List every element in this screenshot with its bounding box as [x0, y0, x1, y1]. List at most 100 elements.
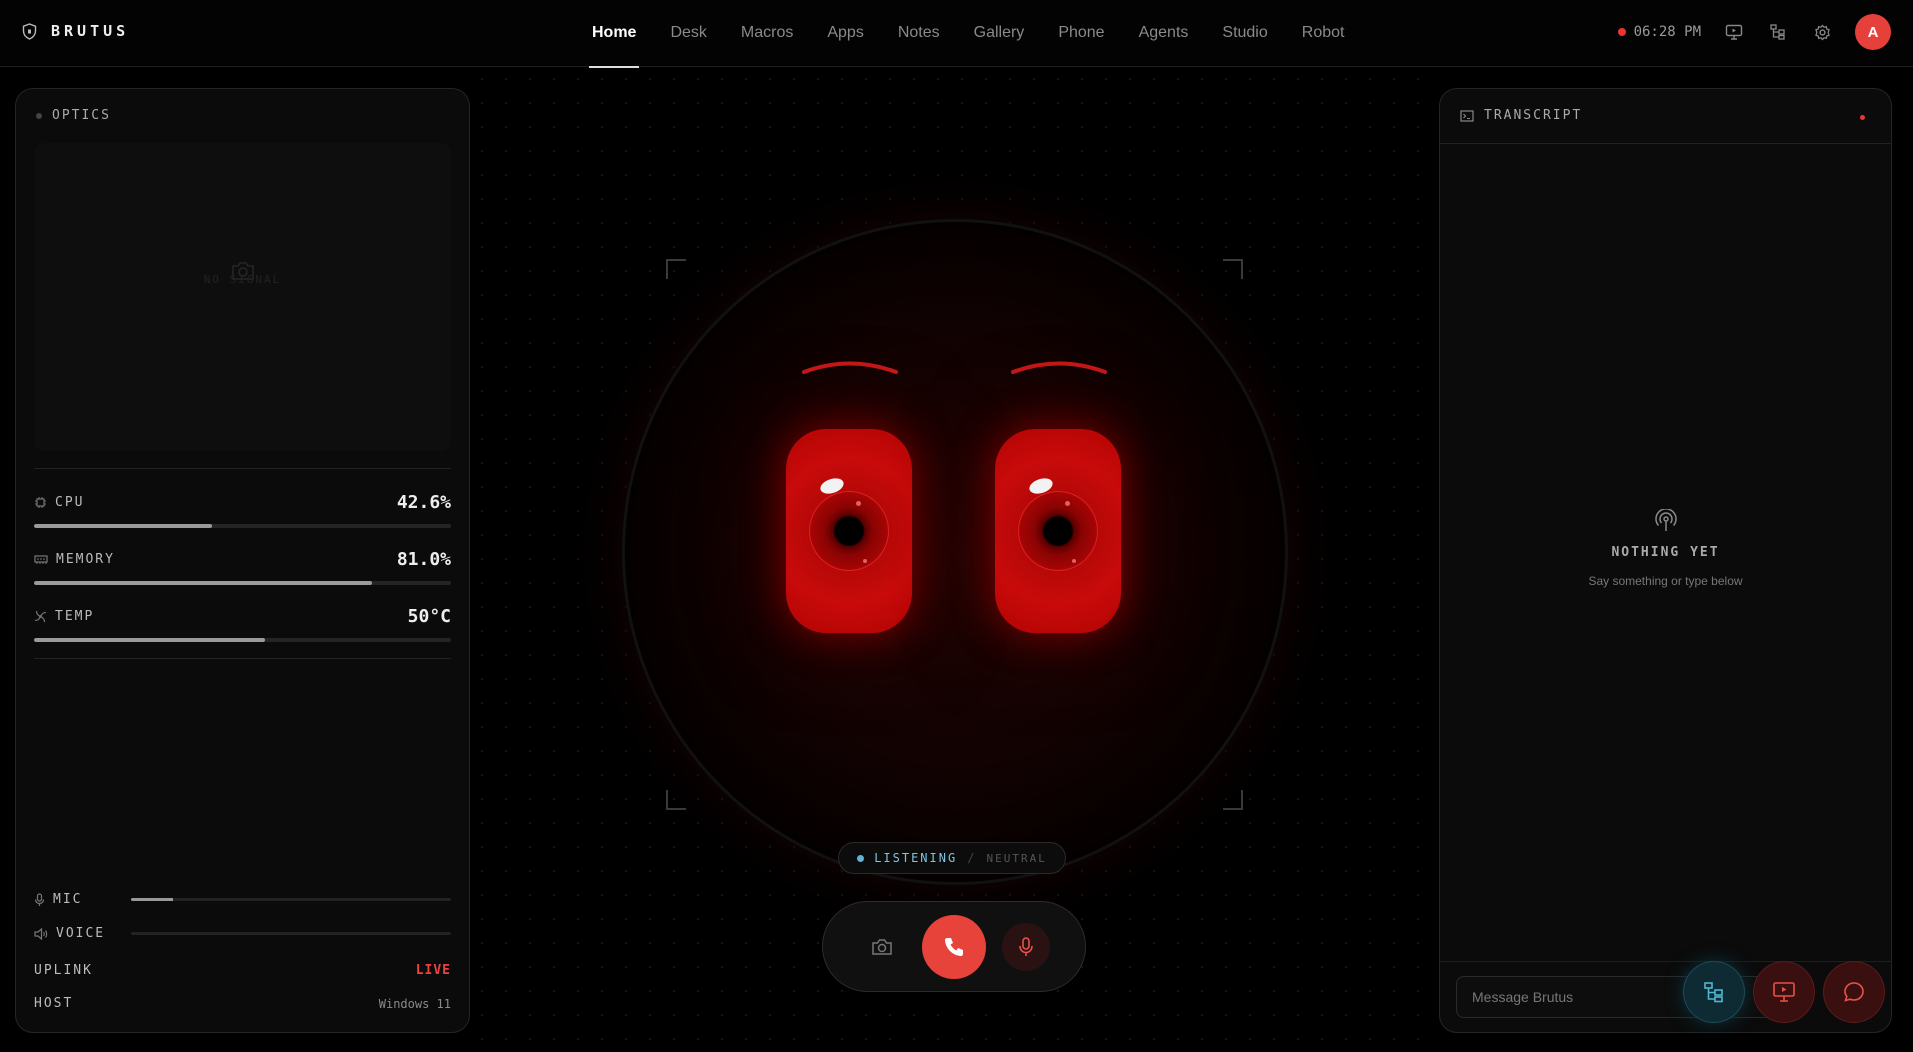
no-signal-label: NO SIGNAL [203, 273, 282, 286]
memory-bar [34, 581, 451, 585]
workflow-fab[interactable] [1684, 962, 1744, 1022]
nav-phone[interactable]: Phone [1058, 0, 1104, 67]
chip-icon [35, 497, 46, 508]
camera-icon [872, 938, 892, 955]
transcript-title: TRANSCRIPT [1484, 108, 1583, 123]
nav-gallery[interactable]: Gallery [974, 0, 1025, 67]
memory-bar-fill [34, 581, 372, 585]
temp-label: TEMP [55, 609, 95, 624]
robot-face [625, 222, 1285, 882]
nav-notes[interactable]: Notes [898, 0, 940, 67]
temp-bar [34, 638, 451, 642]
voice-level: VOICE [34, 926, 451, 941]
cpu-label: CPU [55, 495, 85, 510]
mic-button[interactable] [1002, 922, 1050, 971]
left-iris [809, 491, 889, 571]
left-eyebrow [802, 361, 898, 374]
avatar[interactable]: A [1855, 14, 1891, 50]
voice-label: VOICE [56, 926, 106, 941]
uplink-label: UPLINK [34, 963, 93, 978]
chat-fab[interactable] [1824, 962, 1884, 1022]
cpu-bar [34, 524, 451, 528]
monitor-icon[interactable] [1723, 21, 1745, 43]
nav-macros[interactable]: Macros [741, 0, 793, 67]
nav-robot[interactable]: Robot [1302, 0, 1345, 67]
call-controls [822, 901, 1086, 992]
divider [34, 468, 451, 469]
nav-agents[interactable]: Agents [1139, 0, 1189, 67]
cpu-value: 42.6% [396, 492, 451, 513]
frame-corner [1223, 790, 1243, 810]
divider [1440, 143, 1891, 144]
transcript-empty-state: NOTHING YET Say something or type below [1440, 509, 1891, 588]
broadcast-icon [1654, 509, 1677, 531]
listening-state: LISTENING [874, 851, 958, 865]
optics-status-dot [36, 112, 42, 119]
empty-subtitle: Say something or type below [1588, 574, 1743, 588]
state-separator: / [967, 851, 977, 865]
phone-icon [945, 937, 963, 956]
host-row: HOST Windows 11 [34, 996, 451, 1011]
left-eye [786, 429, 912, 633]
system-panel: OPTICS NO SIGNAL CPU 42.6% MEMORY 81.0% [15, 88, 470, 1033]
cpu-metric: CPU 42.6% [34, 492, 451, 528]
uplink-row: UPLINK LIVE [34, 963, 451, 978]
hierarchy-icon [1704, 982, 1723, 1003]
memory-metric: MEMORY 81.0% [34, 549, 451, 585]
frame-corner [1223, 259, 1243, 279]
brand[interactable]: BRUTUS [22, 22, 129, 40]
nav-apps[interactable]: Apps [827, 0, 863, 67]
call-button[interactable] [922, 914, 986, 979]
fan-icon [34, 610, 47, 623]
nav-studio[interactable]: Studio [1222, 0, 1267, 67]
transcript-live-dot [1860, 115, 1865, 120]
empty-title: NOTHING YET [1611, 545, 1720, 560]
frame-corner [666, 790, 686, 810]
composer-divider [1440, 961, 1891, 962]
main-nav: Home Desk Macros Apps Notes Gallery Phon… [575, 0, 1361, 68]
listening-dot [857, 854, 865, 862]
temp-metric: TEMP 50°C [34, 606, 451, 642]
top-bar: BRUTUS Home Desk Macros Apps Notes Galle… [0, 0, 1913, 68]
mic-level-fill [131, 898, 173, 901]
brand-name: BRUTUS [51, 22, 130, 40]
mic-icon [34, 892, 45, 906]
nav-desk[interactable]: Desk [670, 0, 706, 67]
right-iris [1018, 491, 1098, 571]
emotion-state: NEUTRAL [986, 851, 1047, 865]
clock: 06:28 PM [1633, 24, 1701, 40]
speaker-icon [34, 927, 48, 940]
shield-icon [22, 22, 37, 40]
screen-fab[interactable] [1754, 962, 1814, 1022]
host-label: HOST [34, 996, 74, 1011]
voice-level-bar [131, 932, 451, 935]
monitor-icon [1773, 982, 1795, 1002]
state-badge: LISTENING / NEUTRAL [838, 842, 1066, 874]
terminal-icon [1460, 109, 1474, 122]
microphone-icon [1019, 936, 1033, 956]
mic-label: MIC [53, 892, 83, 907]
transcript-header: TRANSCRIPT [1460, 108, 1582, 123]
memory-value: 81.0% [396, 549, 451, 570]
memory-label: MEMORY [56, 552, 115, 567]
uplink-status: LIVE [415, 963, 451, 978]
gear-icon[interactable] [1811, 21, 1833, 43]
frame-corner [666, 259, 686, 279]
optics-title: OPTICS [52, 108, 111, 123]
mic-level: MIC [34, 892, 451, 907]
nav-home[interactable]: Home [588, 0, 640, 68]
temp-value: 50°C [407, 606, 451, 627]
optics-header: OPTICS [36, 108, 111, 123]
recording-indicator [1617, 28, 1626, 36]
transcript-panel: TRANSCRIPT NOTHING YET Say something or … [1439, 88, 1892, 1033]
right-eye [995, 429, 1121, 633]
chat-icon [1844, 982, 1864, 1002]
temp-bar-fill [34, 638, 266, 642]
left-eye-speck [863, 559, 867, 563]
left-eye-speck [856, 501, 861, 506]
right-eye-speck [1072, 559, 1076, 563]
hierarchy-icon[interactable] [1767, 21, 1789, 43]
memory-icon [34, 555, 48, 564]
host-value: Windows 11 [378, 996, 451, 1011]
camera-button[interactable] [858, 923, 906, 971]
